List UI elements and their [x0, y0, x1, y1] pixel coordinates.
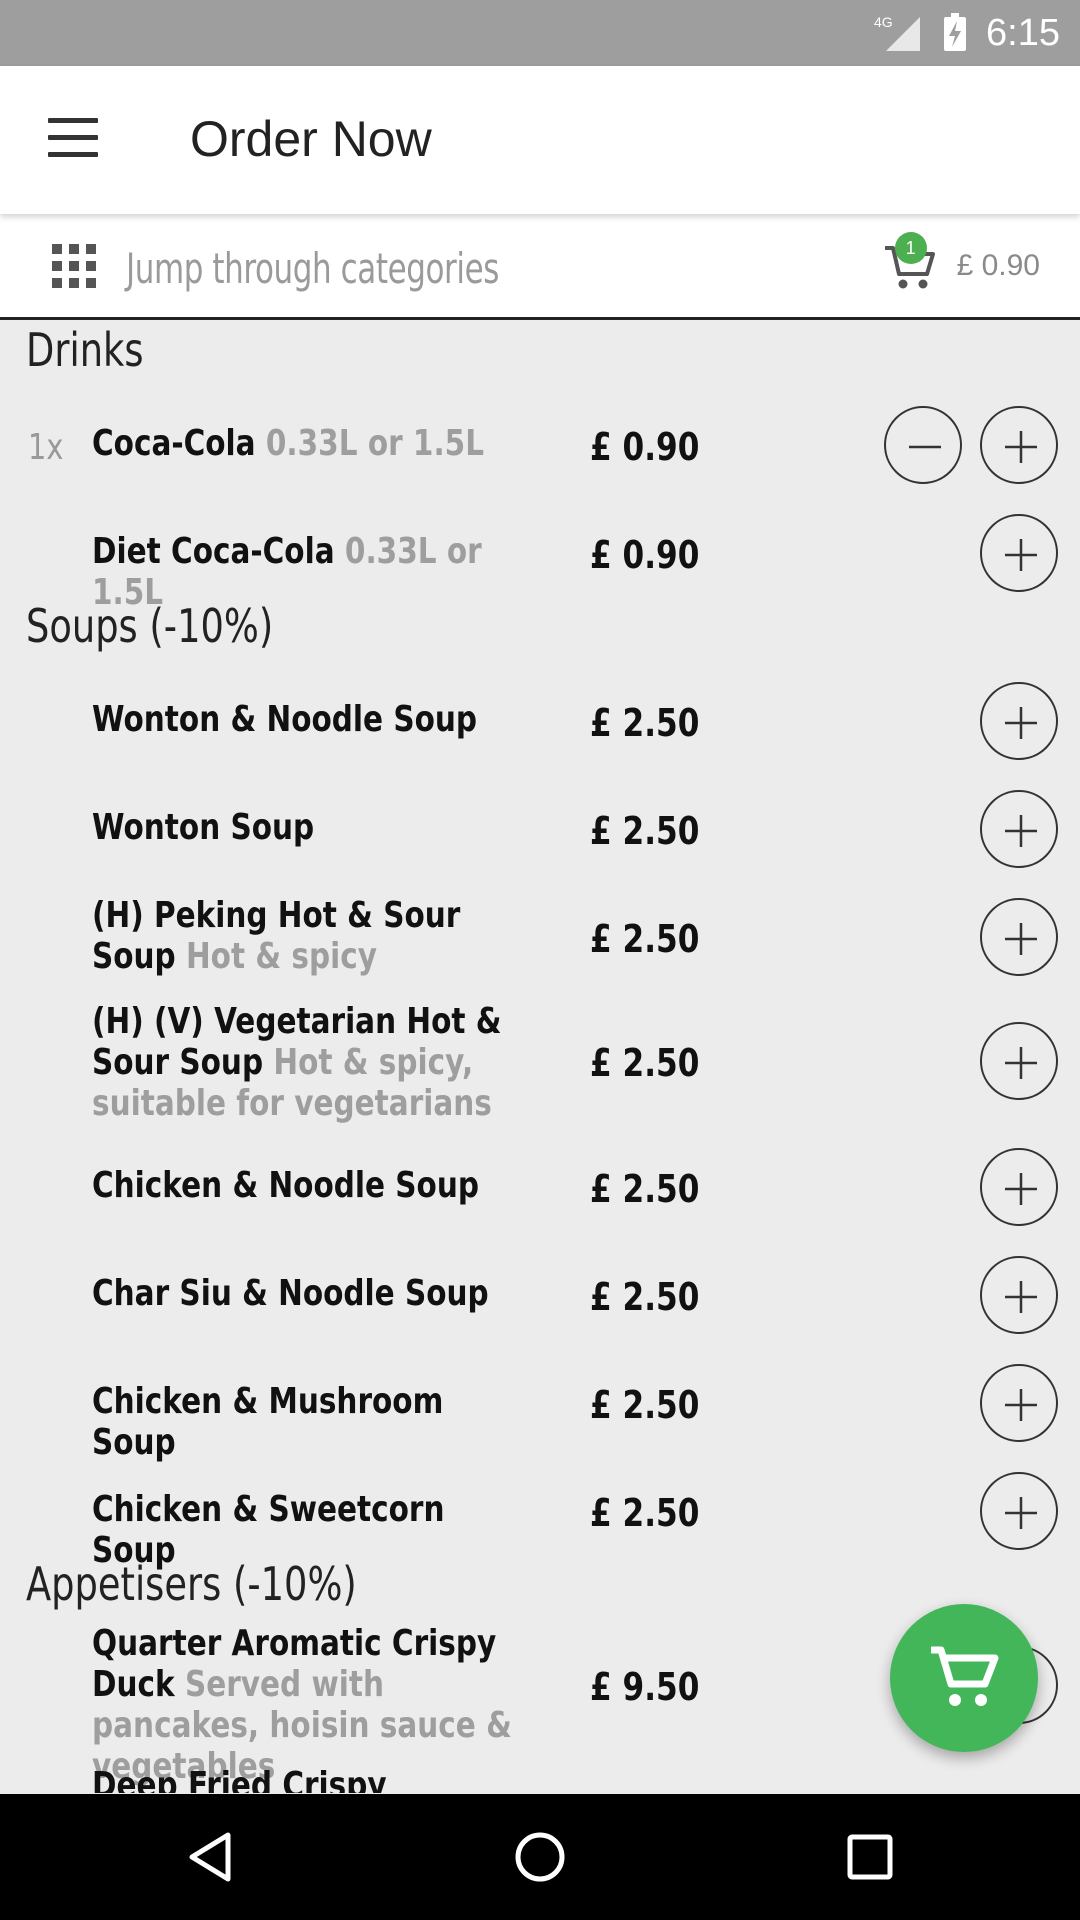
list-item: 1x Coca-Cola 0.33L or 1.5L £ 0.90: [0, 393, 1080, 497]
add-item-button[interactable]: [980, 790, 1058, 868]
plus-icon: [1005, 1281, 1037, 1313]
plus-icon: [1005, 1047, 1037, 1079]
hamburger-icon[interactable]: [48, 118, 98, 158]
plus-icon: [1005, 923, 1037, 955]
cart-icon[interactable]: 1: [881, 232, 937, 294]
item-name: Chicken & Noodle Soup: [92, 1165, 479, 1206]
plus-icon: [1005, 539, 1037, 571]
list-item: Deep Fried Crispy Combination: [0, 1759, 1080, 1793]
item-price: £ 2.50: [590, 1491, 700, 1535]
list-item: Chicken & Sweetcorn Soup £ 2.50: [0, 1459, 1080, 1571]
checkout-fab-button[interactable]: [890, 1604, 1038, 1752]
item-price: £ 2.50: [590, 809, 700, 853]
cart-icon: [931, 1646, 999, 1706]
triangle-back-icon[interactable]: [182, 1827, 242, 1887]
section-title-appetisers: Appetisers (-10%): [26, 1557, 357, 1611]
battery-charging-icon: [944, 13, 967, 51]
section-title-soups: Soups (-10%): [26, 599, 274, 653]
list-item: Wonton Soup £ 2.50: [0, 777, 1080, 881]
category-bar: Jump through categories 1 £ 0.90: [0, 214, 1080, 320]
item-name: Deep Fried Crispy Combination: [92, 1765, 387, 1793]
menu-list[interactable]: Drinks 1x Coca-Cola 0.33L or 1.5L £ 0.90…: [0, 323, 1080, 1793]
item-price: £ 0.90: [590, 533, 700, 577]
plus-icon: [1005, 707, 1037, 739]
item-name: Wonton & Noodle Soup: [92, 699, 478, 740]
grid-icon[interactable]: [52, 244, 96, 288]
plus-icon: [1005, 431, 1037, 463]
item-price: £ 2.50: [590, 917, 700, 961]
page-title: Order Now: [190, 111, 432, 167]
remove-item-button[interactable]: [884, 406, 962, 484]
cart-summary[interactable]: 1 £ 0.90: [881, 232, 1040, 296]
plus-icon: [1005, 1497, 1037, 1529]
add-item-button[interactable]: [980, 1472, 1058, 1550]
add-item-button[interactable]: [980, 898, 1058, 976]
status-icons: 4G 6:15: [874, 0, 1060, 66]
circle-home-icon[interactable]: [510, 1827, 570, 1887]
add-item-button[interactable]: [980, 1364, 1058, 1442]
add-item-button[interactable]: [980, 1256, 1058, 1334]
square-recents-icon[interactable]: [840, 1827, 900, 1887]
system-navigation-bar: [0, 1794, 1080, 1920]
item-name: Char Siu & Noodle Soup: [92, 1273, 489, 1314]
item-price: £ 2.50: [590, 1167, 700, 1211]
add-item-button[interactable]: [980, 682, 1058, 760]
item-price: £ 2.50: [590, 1383, 700, 1427]
item-price: £ 2.50: [590, 1275, 700, 1319]
add-item-button[interactable]: [980, 1148, 1058, 1226]
plus-icon: [1005, 1173, 1037, 1205]
item-price: £ 9.50: [590, 1665, 700, 1709]
add-item-button[interactable]: [980, 406, 1058, 484]
cart-count-badge: 1: [894, 232, 927, 264]
item-name: Chicken & Mushroom Soup: [92, 1381, 444, 1463]
add-item-button[interactable]: [980, 1022, 1058, 1100]
item-price: £ 2.50: [590, 701, 700, 745]
item-name: (H) Peking Hot & Sour Soup Hot & spicy: [92, 895, 461, 977]
status-time: 6:15: [986, 11, 1060, 54]
network-type: 4G: [874, 14, 893, 30]
plus-icon: [1005, 1389, 1037, 1421]
item-quantity: 1x: [28, 427, 64, 468]
item-name: (H) (V) Vegetarian Hot & Sour Soup Hot &…: [92, 1001, 502, 1124]
category-jump-button[interactable]: Jump through categories: [126, 244, 499, 293]
item-name: Coca-Cola 0.33L or 1.5L: [92, 423, 485, 464]
list-item: Char Siu & Noodle Soup £ 2.50: [0, 1243, 1080, 1347]
item-price: £ 0.90: [590, 425, 700, 469]
item-name: Wonton Soup: [92, 807, 315, 848]
list-item: Chicken & Noodle Soup £ 2.50: [0, 1135, 1080, 1239]
app-bar: Order Now: [0, 66, 1080, 214]
list-item: (H) (V) Vegetarian Hot & Sour Soup Hot &…: [0, 993, 1080, 1133]
section-title-drinks: Drinks: [26, 323, 144, 377]
minus-icon: [909, 445, 941, 449]
cart-total: £ 0.90: [956, 249, 1040, 282]
plus-icon: [1005, 815, 1037, 847]
list-item: Wonton & Noodle Soup £ 2.50: [0, 669, 1080, 773]
signal-icon: 4G: [874, 14, 921, 51]
status-bar: 4G 6:15: [0, 0, 1080, 66]
list-item: Chicken & Mushroom Soup £ 2.50: [0, 1351, 1080, 1463]
add-item-button[interactable]: [980, 514, 1058, 592]
list-item: (H) Peking Hot & Sour Soup Hot & spicy £…: [0, 885, 1080, 989]
item-price: £ 2.50: [590, 1041, 700, 1085]
list-item: Diet Coca-Cola 0.33L or 1.5L £ 0.90: [0, 501, 1080, 613]
